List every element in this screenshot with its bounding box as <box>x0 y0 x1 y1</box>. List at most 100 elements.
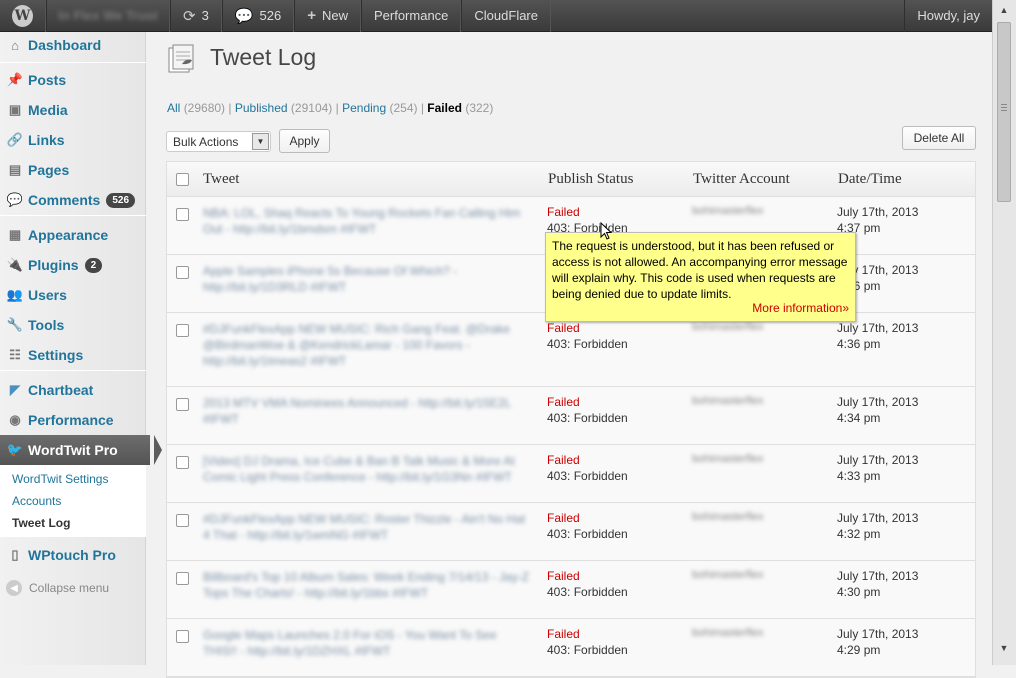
tweet-text[interactable]: NBA: LOL, Shaq Reacts To Young Rockets F… <box>203 205 533 237</box>
new-label: New <box>321 8 348 23</box>
status-code[interactable]: 403: Forbidden <box>547 526 628 542</box>
menu-links[interactable]: 🔗 Links <box>0 125 146 155</box>
date: July 17th, 2013 <box>837 569 919 583</box>
menu-posts[interactable]: 📌 Posts <box>0 65 146 95</box>
bulk-actions-select[interactable]: Bulk Actions ▼ <box>166 131 271 152</box>
menu-comments[interactable]: 💬 Comments 526 <box>0 185 146 215</box>
menu-wptouch-pro[interactable]: ▯ WPtouch Pro <box>0 540 146 570</box>
menu-label: Plugins <box>28 257 79 273</box>
menu-label: Media <box>28 102 68 118</box>
filter-all[interactable]: All <box>167 101 180 115</box>
updates-menu[interactable]: ⟳ 3 <box>170 0 222 32</box>
time: 4:29 pm <box>837 643 881 657</box>
menu-dashboard[interactable]: ⌂ Dashboard <box>0 30 146 60</box>
row-checkbox[interactable] <box>176 514 189 527</box>
speech-bubble-icon: 💬 <box>234 7 254 25</box>
menu-appearance[interactable]: ▦ Appearance <box>0 220 146 250</box>
filter-pending[interactable]: Pending <box>342 101 386 115</box>
menu-users[interactable]: 👥 Users <box>0 280 146 310</box>
menu-pages[interactable]: ▤ Pages <box>0 155 146 185</box>
menu-label: Pages <box>28 162 70 178</box>
menu-label: Links <box>28 132 65 148</box>
date-time: July 17th, 2013 4:36 pm <box>837 320 918 352</box>
submenu-tweet-log[interactable]: Tweet Log <box>0 512 146 534</box>
status-code[interactable]: 403: Forbidden <box>547 336 628 352</box>
menu-settings[interactable]: ☷ Settings <box>0 340 146 370</box>
submenu-accounts[interactable]: Accounts <box>0 490 146 512</box>
mouse-cursor-icon <box>600 222 612 240</box>
row-checkbox[interactable] <box>176 572 189 585</box>
column-date-time[interactable]: Date/Time <box>838 171 902 188</box>
comments-badge: 526 <box>106 192 136 208</box>
date-time: July 17th, 2013 4:30 pm <box>837 568 918 600</box>
wordtwit-submenu: WordTwit Settings Accounts Tweet Log <box>0 465 146 537</box>
tweet-text[interactable]: #DJFunkFlexApp NEW MUSIC: Roster Thizzle… <box>203 511 533 543</box>
comment-bubble-icon: 💬 <box>6 192 24 207</box>
table-row: #DJFunkFlexApp NEW MUSIC: Rich Gang Feat… <box>167 313 975 387</box>
date-time: July 17th, 2013 4:29 pm <box>837 626 918 658</box>
row-checkbox[interactable] <box>176 266 189 279</box>
delete-all-button[interactable]: Delete All <box>902 126 976 150</box>
performance-icon: ◉ <box>9 412 21 427</box>
status-code[interactable]: 403: Forbidden <box>547 468 628 484</box>
menu-tools[interactable]: 🔧 Tools <box>0 310 146 340</box>
column-tweet[interactable]: Tweet <box>203 171 239 188</box>
row-checkbox[interactable] <box>176 630 189 643</box>
menu-chartbeat[interactable]: ◤ Chartbeat <box>0 375 146 405</box>
menu-media[interactable]: ▣ Media <box>0 95 146 125</box>
column-twitter-account[interactable]: Twitter Account <box>693 171 790 188</box>
menu-wordtwit-pro[interactable]: 🐦 WordTwit Pro <box>0 435 162 465</box>
pushpin-icon: 📌 <box>6 72 24 87</box>
column-publish-status[interactable]: Publish Status <box>548 171 633 188</box>
status-code[interactable]: 403: Forbidden <box>547 584 628 600</box>
tweet-text[interactable]: Billboard's Top 10 Album Sales: Week End… <box>203 569 533 601</box>
status-code[interactable]: 403: Forbidden <box>547 410 628 426</box>
tweet-text[interactable]: #DJFunkFlexApp NEW MUSIC: Rich Gang Feat… <box>203 321 533 369</box>
vertical-scrollbar[interactable]: ▲ ▼ <box>992 0 1016 665</box>
apply-button[interactable]: Apply <box>279 129 330 153</box>
performance-menu[interactable]: Performance <box>360 0 462 32</box>
filter-published[interactable]: Published <box>235 101 288 115</box>
scroll-down-arrow-icon[interactable]: ▼ <box>996 640 1012 656</box>
scroll-up-arrow-icon[interactable]: ▲ <box>996 2 1012 18</box>
refresh-icon: ⟳ <box>183 7 196 25</box>
date: July 17th, 2013 <box>837 453 919 467</box>
more-information-link[interactable]: More information» <box>752 300 849 316</box>
twitter-account: bohimasterflex <box>692 453 764 465</box>
tweet-text[interactable]: Google Maps Launches 2.0 For iOS - You W… <box>203 627 533 659</box>
menu-performance[interactable]: ◉ Performance <box>0 405 146 435</box>
row-checkbox[interactable] <box>176 324 189 337</box>
wptouch-icon: ▯ <box>11 547 19 562</box>
submenu-wordtwit-settings[interactable]: WordTwit Settings <box>0 468 146 490</box>
table-row: 2013 MTV VMA Nominees Announced - http:/… <box>167 387 975 445</box>
tweet-text[interactable]: Apple Samples iPhone 5s Because Of Which… <box>203 263 533 295</box>
row-checkbox[interactable] <box>176 456 189 469</box>
status-failed: Failed <box>547 321 580 335</box>
menu-label: Comments <box>28 192 101 208</box>
users-icon: 👥 <box>6 287 24 302</box>
date: July 17th, 2013 <box>837 627 919 641</box>
select-all-checkbox[interactable] <box>176 173 189 186</box>
updates-count: 3 <box>201 8 209 23</box>
status-code[interactable]: 403: Forbidden <box>547 642 628 658</box>
new-content-menu[interactable]: + New <box>294 0 361 32</box>
cloudflare-menu[interactable]: CloudFlare <box>461 0 551 32</box>
menu-plugins[interactable]: 🔌 Plugins 2 <box>0 250 146 280</box>
site-name-menu[interactable]: In Flex We Trust <box>46 0 170 32</box>
row-checkbox[interactable] <box>176 208 189 221</box>
row-checkbox[interactable] <box>176 398 189 411</box>
date: July 17th, 2013 <box>837 205 919 219</box>
filter-failed[interactable]: Failed <box>427 101 462 115</box>
collapse-menu[interactable]: ◀ Collapse menu <box>6 580 109 596</box>
tweet-text[interactable]: [Video] DJ Drama, Ice Cube & Ban B Talk … <box>203 453 533 485</box>
wordpress-logo-menu[interactable]: W <box>0 0 46 32</box>
scrollbar-thumb[interactable] <box>997 22 1011 202</box>
status-failed: Failed <box>547 511 580 525</box>
link-icon: 🔗 <box>6 132 24 147</box>
tweet-text[interactable]: 2013 MTV VMA Nominees Announced - http:/… <box>203 395 533 427</box>
table-row: #DJFunkFlexApp NEW MUSIC: Roster Thizzle… <box>167 503 975 561</box>
comments-menu[interactable]: 💬 526 <box>221 0 295 32</box>
main-content: Tweet Log All (29680) | Published (29104… <box>147 32 992 678</box>
twitter-account: bohimasterflex <box>692 569 764 581</box>
my-account-menu[interactable]: Howdy, jay <box>904 0 992 32</box>
